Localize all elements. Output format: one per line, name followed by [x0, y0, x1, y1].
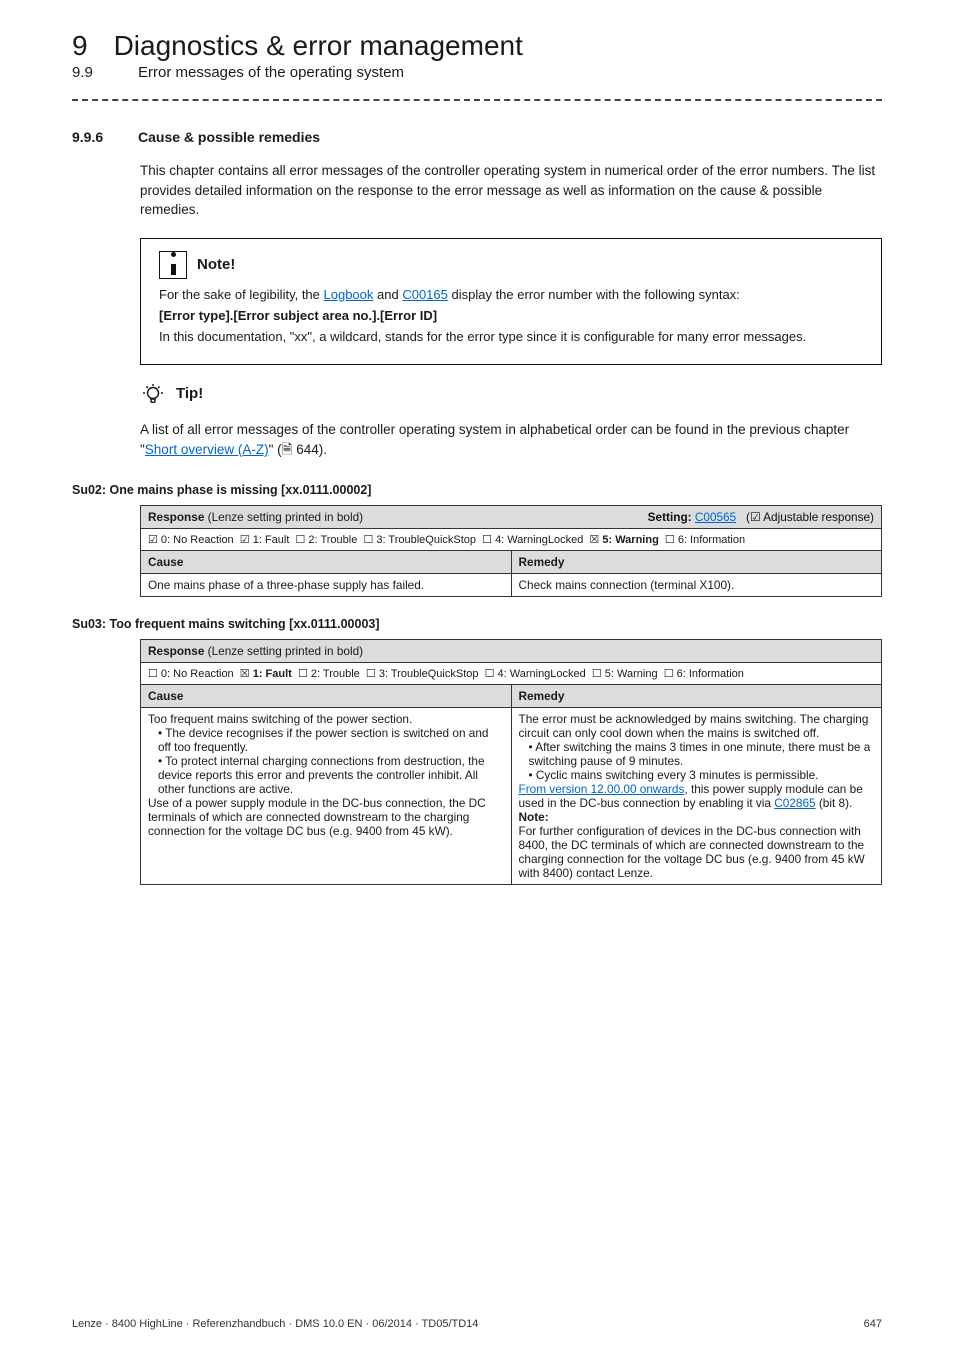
footer-page-number: 647 [864, 1318, 882, 1330]
section-title: Error messages of the operating system [138, 64, 404, 81]
tip-paragraph: A list of all error messages of the cont… [140, 420, 882, 459]
remedy-line: The error must be acknowledged by mains … [519, 712, 869, 740]
remedy-note: For further configuration of devices in … [519, 824, 865, 880]
remedy-cell: Check mains connection (terminal X100). [511, 574, 882, 597]
c00565-link[interactable]: C00565 [695, 510, 736, 524]
note-paragraph-2: In this documentation, "xx", a wildcard,… [159, 329, 863, 344]
cause-bullet: • The device recognises if the power sec… [158, 726, 488, 754]
lightbulb-icon [140, 381, 166, 407]
c02865-link[interactable]: C02865 [774, 796, 815, 810]
cause-cell: Too frequent mains switching of the powe… [141, 708, 512, 885]
footer-left: Lenze · 8400 HighLine · Referenzhandbuch… [72, 1318, 478, 1330]
intro-paragraph: This chapter contains all error messages… [140, 161, 882, 220]
info-icon [159, 251, 187, 279]
response-label: Response [148, 510, 204, 524]
c00165-link[interactable]: C00165 [402, 287, 448, 302]
tip-label: Tip! [176, 385, 203, 402]
table-header-response: Response (Lenze setting printed in bold) [141, 640, 882, 663]
setting-adjustable: (☑ Adjustable response) [746, 510, 874, 524]
note-text: display the error number with the follow… [448, 287, 740, 302]
note-syntax: [Error type].[Error subject area no.].[E… [159, 308, 863, 323]
error-heading-su03: Su03: Too frequent mains switching [xx.0… [72, 617, 882, 631]
subsection-number: 9.9.6 [72, 129, 112, 145]
tip-callout: Tip! A list of all error messages of the… [140, 381, 882, 460]
chapter-title: Diagnostics & error management [114, 30, 523, 62]
cause-header: Cause [141, 551, 512, 574]
subsection-title: Cause & possible remedies [138, 129, 320, 145]
error-table-su02: Response (Lenze setting printed in bold)… [140, 505, 882, 597]
cause-bullet: • To protect internal charging connectio… [158, 754, 485, 796]
note-paragraph-1: For the sake of legibility, the Logbook … [159, 287, 863, 302]
remedy-note-heading: Note: [519, 810, 549, 824]
setting-label: Setting: [648, 510, 692, 524]
response-note: (Lenze setting printed in bold) [204, 510, 363, 524]
remedy-bullet: • After switching the mains 3 times in o… [529, 740, 871, 768]
response-options: ☐ 0: No Reaction ☒ 1: Fault ☐ 2: Trouble… [141, 663, 882, 685]
response-options: ☑ 0: No Reaction ☑ 1: Fault ☐ 2: Trouble… [141, 529, 882, 551]
remedy-header: Remedy [511, 685, 882, 708]
response-note: (Lenze setting printed in bold) [204, 644, 363, 658]
setting-cell: Setting: C00565 (☑ Adjustable response) [648, 510, 874, 524]
remedy-header: Remedy [511, 551, 882, 574]
note-text: and [373, 287, 402, 302]
note-text: For the sake of legibility, the [159, 287, 324, 302]
remedy-bullet: • Cyclic mains switching every 3 minutes… [529, 768, 819, 782]
short-overview-link[interactable]: Short overview (A-Z) [145, 442, 269, 457]
note-label: Note! [197, 256, 235, 273]
table-header-response: Response (Lenze setting printed in bold)… [141, 506, 882, 529]
error-table-su03: Response (Lenze setting printed in bold)… [140, 639, 882, 885]
response-label: Response [148, 644, 204, 658]
tip-text: " (🗎 644). [269, 442, 327, 457]
section-number: 9.9 [72, 64, 112, 81]
remedy-cell: The error must be acknowledged by mains … [511, 708, 882, 885]
error-heading-su02: Su02: One mains phase is missing [xx.011… [72, 483, 882, 497]
remedy-line: (bit 8). [816, 796, 853, 810]
cause-cell: One mains phase of a three-phase supply … [141, 574, 512, 597]
divider [72, 99, 882, 101]
cause-line: Too frequent mains switching of the powe… [148, 712, 412, 726]
cause-header: Cause [141, 685, 512, 708]
note-callout: Note! For the sake of legibility, the Lo… [140, 238, 882, 365]
version-link[interactable]: From version 12.00.00 onwards [519, 782, 685, 796]
cause-line: Use of a power supply module in the DC-b… [148, 796, 486, 838]
chapter-number: 9 [72, 30, 88, 62]
logbook-link[interactable]: Logbook [324, 287, 374, 302]
